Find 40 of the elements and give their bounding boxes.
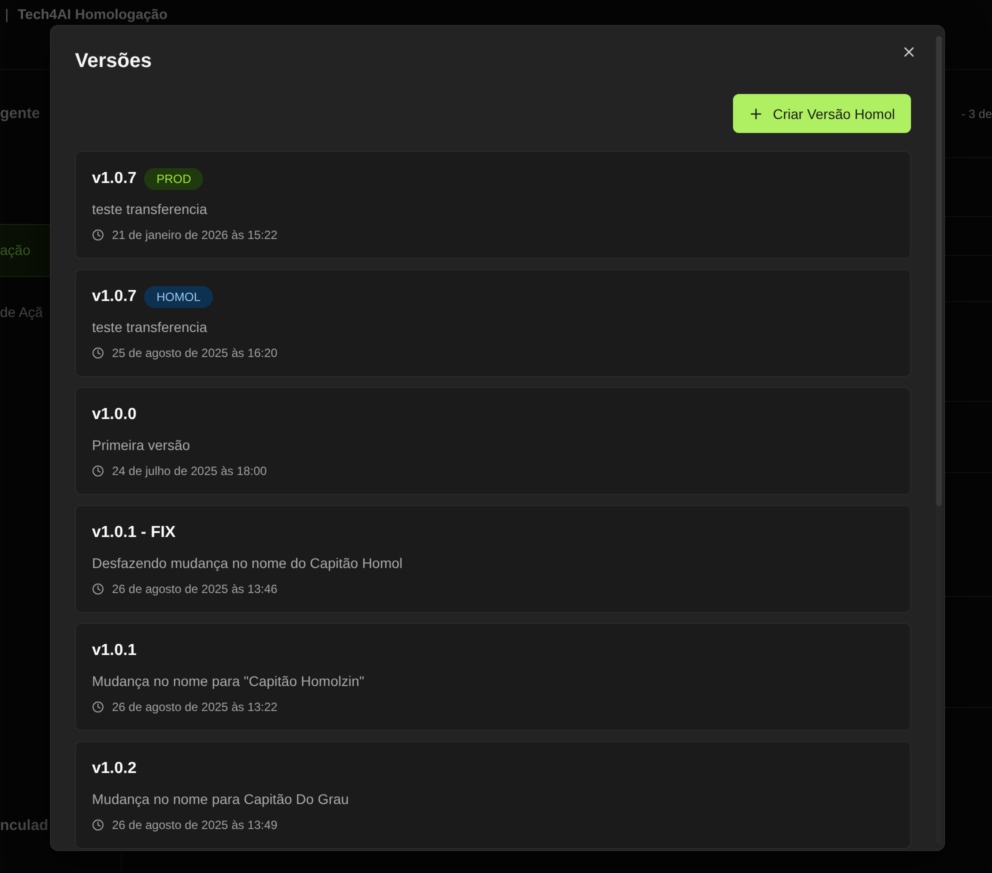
plus-icon bbox=[748, 106, 764, 122]
version-date: 21 de janeiro de 2026 às 15:22 bbox=[112, 227, 278, 243]
environment-badge: HOMOL bbox=[144, 286, 212, 308]
version-date: 26 de agosto de 2025 às 13:49 bbox=[112, 817, 278, 833]
version-description: Desfazendo mudança no nome do Capitão Homol bbox=[92, 554, 404, 573]
clock-icon bbox=[92, 229, 104, 241]
version-date: 26 de agosto de 2025 às 13:46 bbox=[112, 581, 278, 597]
version-description: Mudança no nome para Capitão Do Grau bbox=[92, 790, 350, 809]
dialog-title: Versões bbox=[75, 49, 153, 73]
version-card[interactable]: v1.0.1 - FIX Desfazendo mudança no nome do Capitão Homol 26 de agosto de 2025 às 13:46 bbox=[75, 505, 911, 613]
clock-icon bbox=[92, 347, 104, 359]
version-description: Mudança no nome para "Capitão Homolzin" bbox=[92, 672, 366, 691]
version-card[interactable]: v1.0.0 Primeira versão 24 de julho de 2025 às 18:00 bbox=[75, 387, 911, 495]
version-card[interactable]: v1.0.1 Mudança no nome para "Capitão Homolzin" 26 de agosto de 2025 às 13:22 bbox=[75, 623, 911, 731]
version-name: v1.0.2 bbox=[92, 759, 136, 779]
version-description: teste transferencia bbox=[92, 200, 208, 219]
clock-icon bbox=[92, 701, 104, 713]
section-heading: nculad bbox=[0, 816, 48, 836]
version-name: v1.0.0 bbox=[92, 405, 136, 425]
version-name: v1.0.7 bbox=[92, 169, 136, 189]
version-card[interactable]: v1.0.2 Mudança no nome para Capitão Do Grau 26 de agosto de 2025 às 13:49 bbox=[75, 741, 911, 849]
version-name: v1.0.7 bbox=[92, 287, 136, 307]
version-date: 24 de julho de 2025 às 18:00 bbox=[112, 463, 267, 479]
clock-icon bbox=[92, 819, 104, 831]
environment-badge: PROD bbox=[144, 168, 204, 190]
version-date: 25 de agosto de 2025 às 16:20 bbox=[112, 345, 278, 361]
clock-icon bbox=[92, 583, 104, 595]
section-heading: gente bbox=[0, 104, 40, 124]
version-card[interactable]: v1.0.7 HOMOL teste transferencia 25 de agosto de 2025 às 16:20 bbox=[75, 269, 911, 377]
version-description: teste transferencia bbox=[92, 318, 208, 337]
version-name: v1.0.1 bbox=[92, 641, 136, 661]
project-title: Tech4AI Homologação bbox=[18, 6, 168, 23]
version-card[interactable]: v1.0.7 PROD teste transferencia 21 de janeiro de 2026 às 15:22 bbox=[75, 151, 911, 259]
clock-icon bbox=[92, 465, 104, 477]
version-date: 26 de agosto de 2025 às 13:22 bbox=[112, 699, 278, 715]
header-separator: | bbox=[5, 6, 9, 23]
version-name: v1.0.1 - FIX bbox=[92, 523, 176, 543]
version-description: Primeira versão bbox=[92, 436, 192, 455]
create-version-button[interactable]: Criar Versão Homol bbox=[732, 94, 911, 133]
pagination-text: - 3 de bbox=[961, 106, 992, 120]
